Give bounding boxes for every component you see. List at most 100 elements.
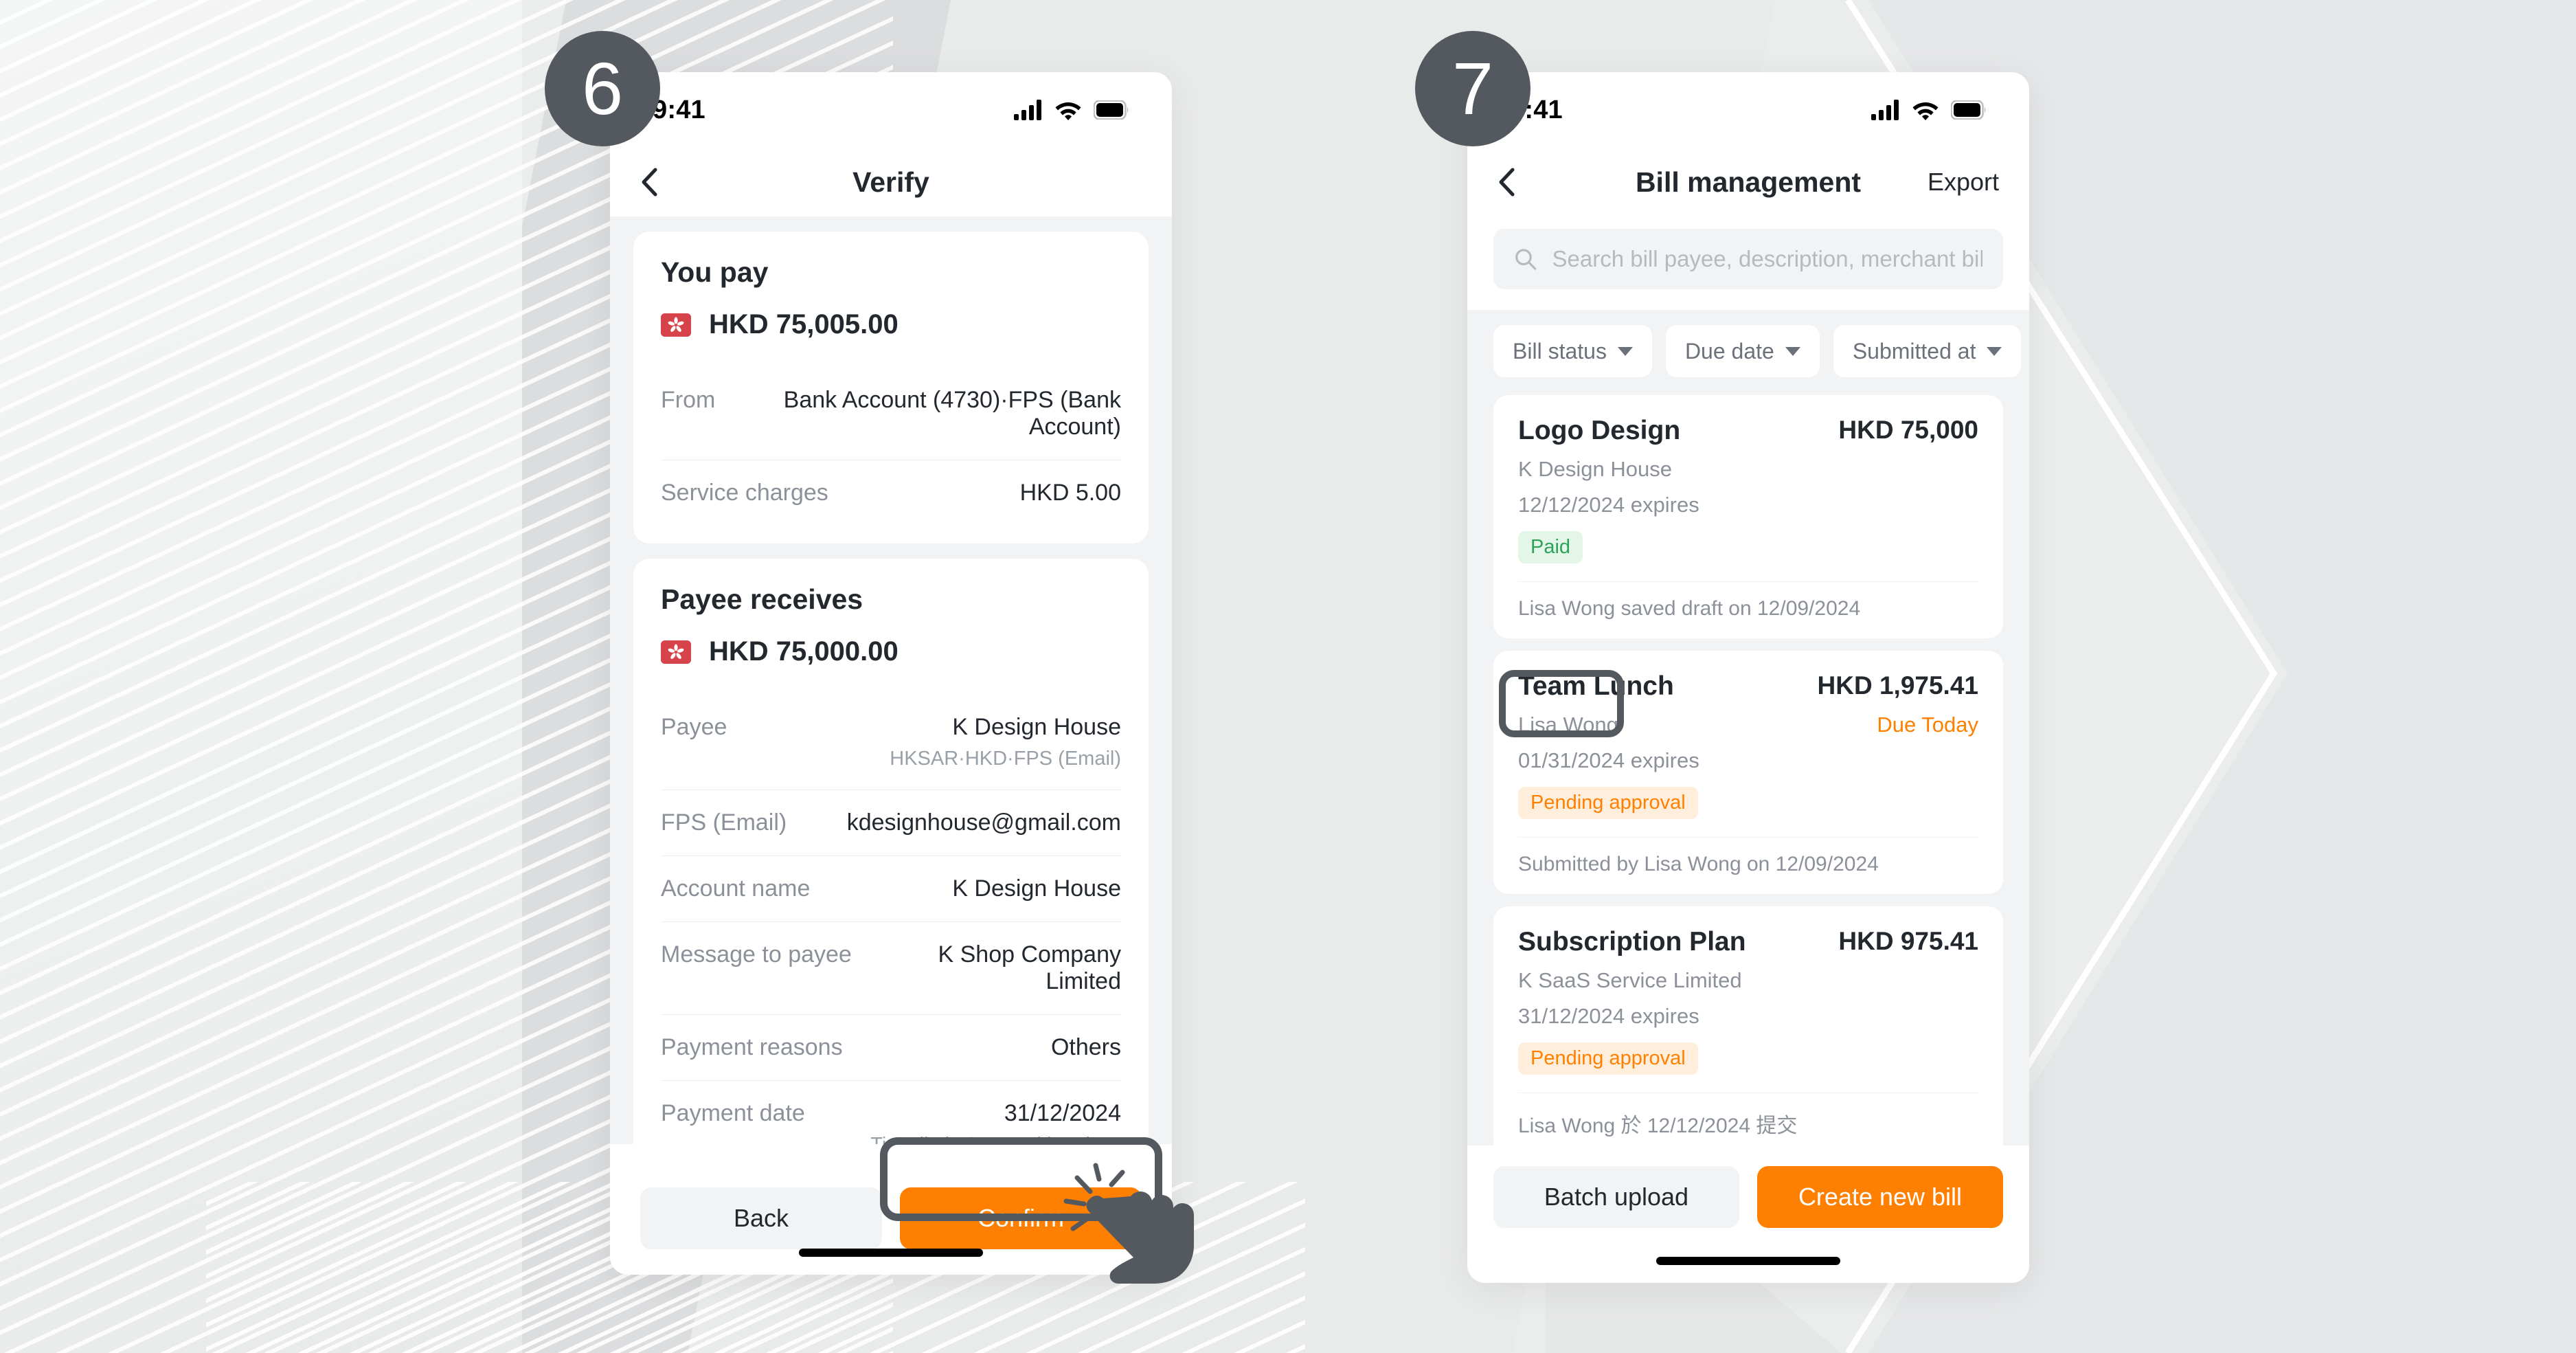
- wifi-icon: [1055, 102, 1081, 120]
- detail-key: Payment date: [661, 1100, 805, 1126]
- bill-amount: HKD 975.41: [1838, 927, 1978, 955]
- filter-chip-label: Due date: [1684, 338, 1774, 364]
- detail-key: Account name: [661, 875, 811, 902]
- background: [0, 0, 2576, 1353]
- signal-bars-icon: [1871, 100, 1899, 120]
- step-number-badge: 6: [545, 31, 660, 146]
- bill-list-content: Bill status Due date Submitted at A Logo…: [1467, 310, 2029, 1283]
- bill-footer-note: Lisa Wong saved draft on 12/09/2024: [1518, 581, 1978, 620]
- payee-receives-amount: HKD 75,000.00: [709, 636, 899, 667]
- bill-list-footer: Batch upload Create new bill: [1467, 1145, 2029, 1283]
- bill-amount: HKD 1,975.41: [1817, 671, 1978, 700]
- batch-upload-button[interactable]: Batch upload: [1493, 1166, 1739, 1228]
- detail-value: K Design House: [952, 875, 1121, 902]
- filter-chip-bill-status[interactable]: Bill status: [1493, 325, 1652, 377]
- create-new-bill-button[interactable]: Create new bill: [1757, 1166, 2003, 1228]
- status-bar-time: 9:41: [653, 95, 705, 124]
- chevron-left-icon: [642, 168, 657, 197]
- detail-row-payment-reasons: Payment reasons Others: [661, 1014, 1121, 1080]
- bill-footer-note: Lisa Wong 於 12/12/2024 提交: [1518, 1093, 1978, 1139]
- bill-footer-note: Submitted by Lisa Wong on 12/09/2024: [1518, 837, 1978, 876]
- home-indicator: [1656, 1257, 1840, 1265]
- detail-key: From: [661, 387, 716, 413]
- phone-screen-verify: 9:41 Verify You pay HKD 75,005.00 From B…: [610, 72, 1172, 1275]
- status-bar-icons: [1871, 100, 1987, 120]
- battery-full-icon: [1094, 100, 1129, 120]
- detail-row-from: From Bank Account (4730)·FPS (Bank Accou…: [661, 368, 1121, 460]
- bill-payee: Lisa Wong: [1518, 713, 1618, 737]
- detail-value: HKD 5.00: [1019, 480, 1121, 506]
- you-pay-amount-row: HKD 75,005.00: [661, 309, 1121, 340]
- bill-card-header: Team Lunch HKD 1,975.41: [1518, 671, 1978, 702]
- detail-row-service-charges: Service charges HKD 5.00: [661, 460, 1121, 526]
- detail-key: Payment reasons: [661, 1034, 843, 1060]
- bill-card[interactable]: Logo Design HKD 75,000 K Design House 12…: [1493, 395, 2003, 638]
- bill-due-label: Due Today: [1877, 713, 1978, 737]
- you-pay-amount: HKD 75,005.00: [709, 309, 899, 339]
- bill-title: Subscription Plan: [1518, 927, 1746, 957]
- step-number-badge: 7: [1415, 31, 1530, 146]
- detail-key: FPS (Email): [661, 809, 787, 836]
- bill-card-header: Subscription Plan HKD 975.41: [1518, 927, 1978, 957]
- detail-value: K Shop Company Limited: [938, 941, 1122, 994]
- export-button[interactable]: Export: [1928, 168, 1999, 197]
- filter-chip-row: Bill status Due date Submitted at A: [1467, 310, 2029, 395]
- filter-chip-label: Submitted at: [1852, 338, 1976, 364]
- hong-kong-flag-icon: [661, 313, 691, 337]
- hong-kong-flag-icon: [661, 640, 691, 664]
- battery-full-icon: [1951, 100, 1986, 120]
- detail-row-message-to-payee: Message to payee K Shop Company Limited: [661, 921, 1121, 1014]
- detail-row-fps-email: FPS (Email) kdesignhouse@gmail.com: [661, 790, 1121, 856]
- search-bar-container: Search bill payee, description, merchant…: [1467, 216, 2029, 310]
- detail-row-payee: Payee K Design House HKSAR·HKD·FPS (Emai…: [661, 695, 1121, 790]
- detail-key: Service charges: [661, 480, 828, 506]
- phone-screen-bill-management: 9:41 Bill management Export Search bill …: [1467, 72, 2029, 1283]
- detail-value-group: K Design House HKSAR·HKD·FPS (Email): [890, 714, 1121, 770]
- you-pay-card: You pay HKD 75,005.00 From Bank Account …: [633, 232, 1149, 544]
- home-indicator: [799, 1249, 983, 1257]
- status-bar: 9:41: [1467, 72, 2029, 148]
- verify-content: You pay HKD 75,005.00 From Bank Account …: [610, 216, 1172, 1206]
- bill-card[interactable]: Subscription Plan HKD 975.41 K SaaS Serv…: [1493, 906, 2003, 1156]
- payee-receives-title: Payee receives: [661, 583, 863, 615]
- search-input[interactable]: Search bill payee, description, merchant…: [1493, 229, 2003, 289]
- bill-title: Logo Design: [1518, 416, 1681, 445]
- search-icon: [1515, 249, 1537, 270]
- status-badge: Pending approval: [1518, 1042, 1698, 1075]
- tap-hand-cursor-icon: [1051, 1161, 1209, 1295]
- bill-card-subheader: Lisa Wong Due Today: [1518, 702, 1978, 737]
- back-button-footer[interactable]: Back: [640, 1187, 882, 1249]
- payee-receives-card: Payee receives HKD 75,000.00 Payee K Des…: [633, 559, 1149, 1206]
- bill-card[interactable]: Team Lunch HKD 1,975.41 Lisa Wong Due To…: [1493, 651, 2003, 894]
- back-button[interactable]: [1498, 167, 1535, 197]
- bill-expiry: 31/12/2024 expires: [1518, 1004, 1699, 1028]
- filter-chip-submitted-at[interactable]: Submitted at: [1833, 325, 2022, 377]
- caret-down-icon: [1987, 346, 2002, 356]
- bill-expiry: 01/31/2024 expires: [1518, 748, 1699, 772]
- page-title: Verify: [852, 166, 929, 198]
- you-pay-title: You pay: [661, 256, 769, 288]
- payee-receives-amount-row: HKD 75,000.00: [661, 636, 1121, 667]
- bill-payee: K SaaS Service Limited: [1518, 968, 1742, 992]
- bill-amount: HKD 75,000: [1838, 416, 1978, 444]
- back-button[interactable]: [640, 167, 677, 197]
- caret-down-icon: [1785, 346, 1800, 356]
- detail-subvalue: HKSAR·HKD·FPS (Email): [890, 748, 1121, 770]
- status-bar-icons: [1014, 100, 1129, 120]
- detail-value: Bank Account (4730)·FPS (Bank Account): [783, 387, 1121, 440]
- nav-bar: Bill management Export: [1467, 148, 2029, 216]
- signal-bars-icon: [1014, 100, 1041, 120]
- detail-key: Payee: [661, 714, 727, 740]
- caret-down-icon: [1617, 346, 1633, 356]
- filter-chip-due-date[interactable]: Due date: [1665, 325, 1820, 377]
- status-bar: 9:41: [610, 72, 1172, 148]
- detail-value: kdesignhouse@gmail.com: [846, 809, 1121, 836]
- status-badge: Paid: [1518, 531, 1583, 563]
- bill-expiry: 12/12/2024 expires: [1518, 493, 1699, 517]
- bill-card-header: Logo Design HKD 75,000: [1518, 416, 1978, 446]
- detail-value: Others: [1050, 1034, 1121, 1060]
- search-placeholder: Search bill payee, description, merchant…: [1552, 246, 1983, 271]
- bill-payee: K Design House: [1518, 457, 1673, 481]
- status-badge: Pending approval: [1518, 787, 1698, 819]
- wifi-icon: [1912, 102, 1939, 120]
